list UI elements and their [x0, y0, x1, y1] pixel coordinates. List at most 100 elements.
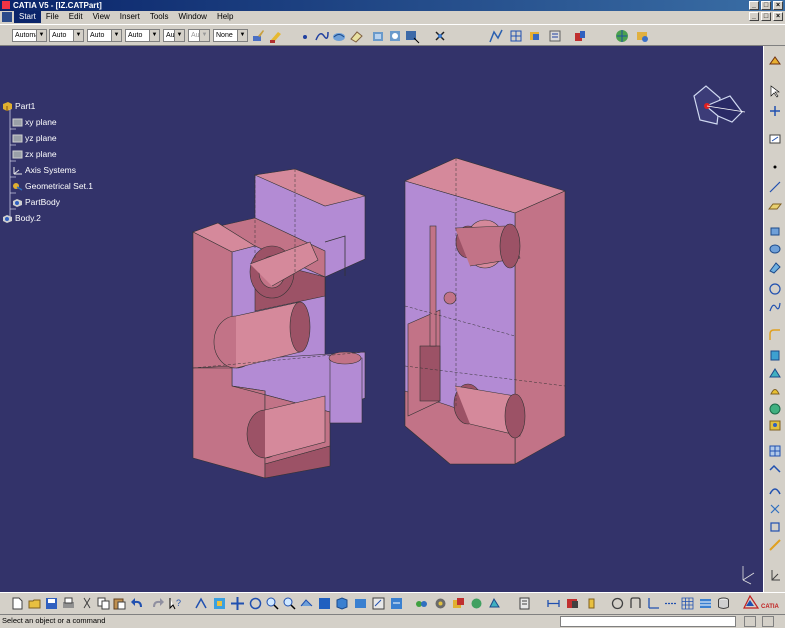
analysis-icon[interactable] [488, 28, 504, 44]
layer-combo[interactable]: None ▼ [213, 29, 248, 42]
line-type-combo[interactable]: Auto ▼ [125, 29, 160, 42]
point-icon[interactable] [297, 28, 313, 44]
color-combo[interactable]: Automa ▼ [12, 29, 47, 42]
tree-node-axis-systems[interactable]: Axis Systems [12, 165, 76, 175]
hole-icon[interactable] [768, 418, 782, 432]
axis-icon[interactable] [517, 596, 532, 611]
pad-icon[interactable] [768, 348, 782, 362]
material-icon[interactable] [451, 596, 466, 611]
catalog-icon[interactable] [547, 28, 563, 44]
table-icon[interactable] [698, 596, 713, 611]
3d-viewport[interactable]: Part1 xy plane yz plane zx plane Axis Sy… [0, 46, 763, 592]
shading-icon[interactable] [334, 596, 349, 611]
fillet-icon[interactable] [768, 328, 782, 342]
swap-visible-icon[interactable] [371, 596, 386, 611]
part-geometry[interactable] [0, 46, 763, 592]
boolean-icon[interactable] [768, 484, 782, 498]
fit-all-icon[interactable] [212, 596, 227, 611]
stiffener-icon[interactable] [768, 462, 782, 476]
extrude-icon[interactable] [768, 224, 782, 238]
doc-close-button[interactable]: × [773, 12, 783, 21]
whatsthis-icon[interactable]: ? [168, 596, 183, 611]
construction-icon[interactable] [663, 596, 678, 611]
transform-icon[interactable] [768, 104, 782, 118]
print-icon[interactable] [61, 596, 76, 611]
save-icon[interactable] [44, 596, 59, 611]
thickness-icon[interactable] [768, 538, 782, 552]
spline-icon[interactable] [768, 300, 782, 314]
fly-mode-icon[interactable] [194, 596, 209, 611]
doc-minimize-button[interactable]: _ [749, 12, 759, 21]
pocket-icon[interactable] [768, 366, 782, 380]
sphere-icon[interactable] [768, 260, 782, 274]
redo-icon[interactable] [150, 596, 165, 611]
doc-restore-button[interactable]: □ [761, 12, 771, 21]
zoom-out-icon[interactable] [282, 596, 297, 611]
filter-icon[interactable] [387, 28, 403, 44]
menu-insert[interactable]: Insert [115, 11, 145, 23]
menu-edit[interactable]: Edit [64, 11, 88, 23]
sketch-plane-icon[interactable] [768, 132, 782, 146]
grid-icon[interactable] [680, 596, 695, 611]
command-input[interactable] [560, 616, 736, 627]
point-symbol-combo[interactable]: Aut ▼ [163, 29, 185, 42]
draft-icon[interactable] [768, 502, 782, 516]
tree-node-zx-plane[interactable]: zx plane [12, 149, 57, 159]
maximize-button[interactable]: □ [761, 1, 771, 10]
menu-start[interactable]: Start [14, 11, 41, 23]
tree-node-partbody[interactable]: PartBody [12, 197, 60, 208]
iso-view-icon[interactable] [317, 596, 332, 611]
close-button[interactable]: × [773, 1, 783, 10]
line-icon[interactable] [768, 180, 782, 194]
mirror-icon[interactable] [768, 568, 782, 582]
cut-icon[interactable] [80, 596, 95, 611]
select-arrow-icon[interactable] [768, 84, 782, 98]
cylinder-icon[interactable] [716, 596, 731, 611]
axis-system-icon[interactable] [646, 596, 661, 611]
pan-icon[interactable] [230, 596, 245, 611]
rotate-icon[interactable] [248, 596, 263, 611]
left-mold-half[interactable] [192, 168, 366, 479]
publication-icon[interactable] [584, 596, 599, 611]
analysis-icon[interactable] [414, 596, 429, 611]
hide-show-icon[interactable] [353, 596, 368, 611]
zoom-in-icon[interactable] [265, 596, 280, 611]
measure-icon[interactable] [389, 596, 404, 611]
shell-icon[interactable] [768, 520, 782, 534]
snap-icon[interactable] [628, 596, 643, 611]
rendering-style-combo[interactable]: Aut ▼ [188, 29, 210, 42]
apply-material-icon[interactable] [469, 596, 484, 611]
menu-file[interactable]: File [41, 11, 64, 23]
quick-select-icon[interactable] [404, 28, 420, 44]
grid-icon[interactable] [508, 28, 524, 44]
line-thickness-combo[interactable]: Auto ▼ [87, 29, 122, 42]
sketch-icon[interactable] [610, 596, 625, 611]
normal-view-icon[interactable] [299, 596, 314, 611]
right-mold-half[interactable] [404, 157, 566, 465]
copy-icon[interactable] [96, 596, 111, 611]
open-icon[interactable] [27, 596, 42, 611]
menu-view[interactable]: View [88, 11, 115, 23]
undo-icon[interactable] [130, 596, 145, 611]
spline-icon[interactable] [314, 28, 330, 44]
helix-icon[interactable] [331, 28, 347, 44]
menu-window[interactable]: Window [174, 11, 212, 23]
menu-tools[interactable]: Tools [145, 11, 174, 23]
knowledge-icon[interactable] [432, 28, 448, 44]
measure-icon[interactable] [572, 28, 588, 44]
globe-icon[interactable] [614, 28, 630, 44]
tree-node-geometrical-set[interactable]: Geometrical Set.1 [12, 181, 93, 191]
snap-icon[interactable] [527, 28, 543, 44]
circle-icon[interactable] [768, 282, 782, 296]
point-icon[interactable] [768, 160, 782, 174]
shaft-icon[interactable] [768, 384, 782, 398]
rib-icon[interactable] [768, 444, 782, 458]
constraints-icon[interactable] [546, 596, 561, 611]
groove-icon[interactable] [768, 402, 782, 416]
plane-icon[interactable] [768, 200, 782, 214]
menu-help[interactable]: Help [212, 11, 238, 23]
new-icon[interactable] [10, 596, 25, 611]
properties-painter-icon[interactable] [268, 28, 284, 44]
eraser-icon[interactable] [348, 28, 364, 44]
paintbrush-icon[interactable] [250, 28, 266, 44]
